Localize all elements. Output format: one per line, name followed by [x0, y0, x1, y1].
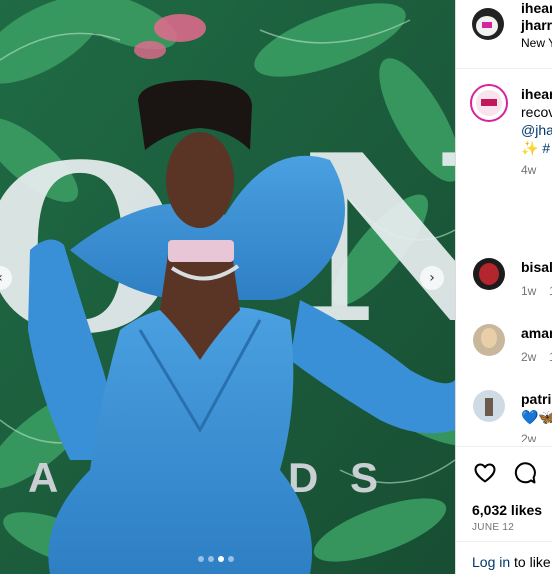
backdrop-letter: S	[350, 454, 390, 501]
divider	[456, 446, 552, 447]
caption-username[interactable]: ihear	[521, 86, 552, 102]
post-location[interactable]: New Y	[521, 36, 552, 50]
carousel-dot	[208, 556, 214, 562]
comment-time: 1w	[521, 284, 537, 298]
comment-username[interactable]: patri	[521, 391, 551, 407]
backdrop-letter: A	[28, 454, 70, 501]
comment-username[interactable]: amar	[521, 325, 552, 341]
divider	[456, 541, 552, 542]
likes-count[interactable]: 6,032 likes	[472, 502, 542, 518]
comment-text: 💙🦋	[521, 409, 552, 425]
comment-avatar[interactable]	[473, 324, 505, 356]
caption-avatar[interactable]	[470, 84, 508, 122]
post-photo[interactable]: O N A D S ‹ ›	[0, 0, 455, 574]
caption-mention[interactable]: @jha	[521, 122, 552, 138]
author-avatar[interactable]	[472, 8, 504, 40]
comment-time: 2w	[521, 432, 537, 442]
post-date: JUNE 12	[472, 522, 515, 533]
login-rest: to like	[510, 554, 551, 570]
post-image: O N A D S	[0, 0, 455, 574]
author-collab[interactable]: jharr	[521, 17, 552, 33]
carousel-indicator	[198, 556, 234, 562]
caption-text: recov	[521, 104, 552, 120]
carousel-dot	[198, 556, 204, 562]
caption-hashtag[interactable]: ✨ #	[521, 140, 550, 157]
comment-avatar[interactable]	[473, 390, 505, 422]
chevron-right-icon[interactable]: ›	[420, 266, 444, 290]
comment-icon[interactable]	[513, 461, 537, 485]
divider	[456, 68, 552, 69]
carousel-dot-active	[218, 556, 224, 562]
login-link[interactable]: Log in	[472, 554, 510, 570]
author-username[interactable]: ihear	[521, 0, 552, 16]
heart-icon[interactable]	[473, 461, 497, 485]
comment-avatar[interactable]	[473, 258, 505, 290]
comment-username[interactable]: bisal	[521, 259, 552, 275]
comment-time: 2w	[521, 350, 537, 364]
caption-time: 4w	[521, 163, 537, 177]
post-side-panel: ihear jharr New Y ihear recov @jha ✨ # 4…	[455, 0, 552, 574]
login-prompt: Log in to like	[472, 554, 551, 570]
carousel-dot	[228, 556, 234, 562]
